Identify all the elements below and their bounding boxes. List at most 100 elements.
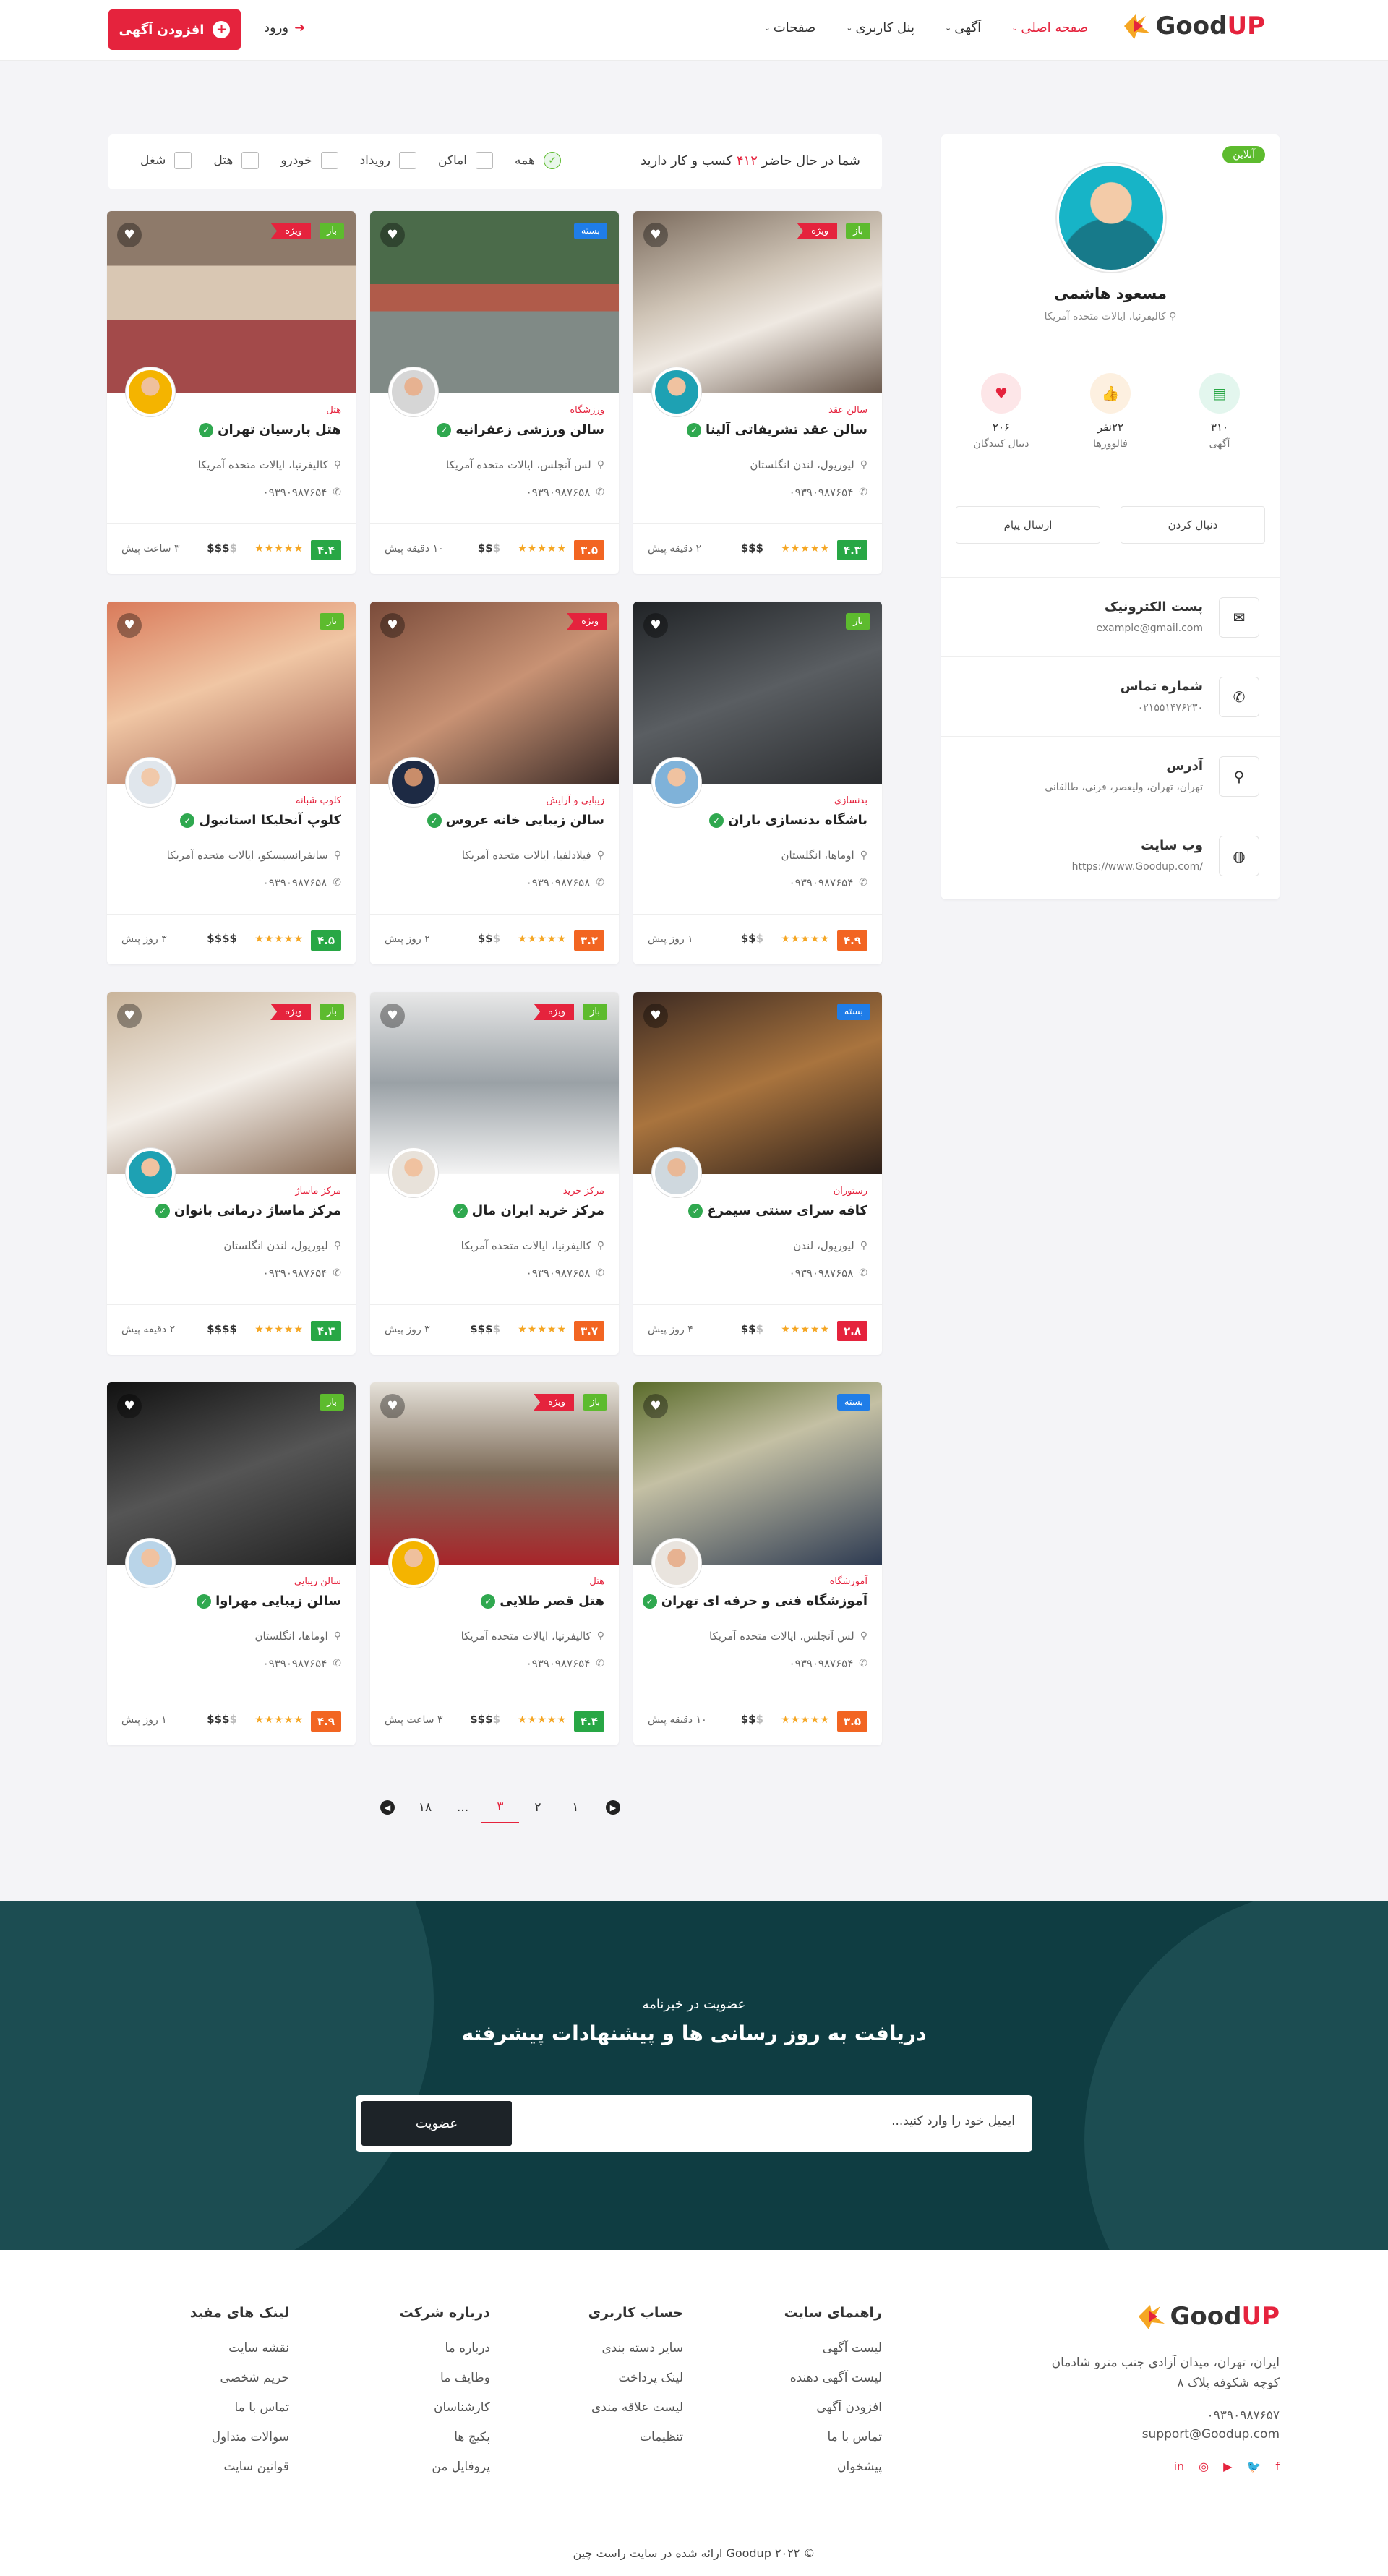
page-3[interactable]: ۳ <box>481 1792 519 1823</box>
listing-category[interactable]: سالن عقد <box>828 405 868 416</box>
heart-icon[interactable]: ♥ <box>380 223 405 247</box>
next-page-button[interactable]: ▶ <box>594 1792 632 1823</box>
listing-card[interactable]: ♥ باز ویژه سالن عقد سالن عقد تشریفاتی آل… <box>633 211 882 574</box>
avatar[interactable] <box>126 758 175 807</box>
footer-phone[interactable]: ۰۹۳۹۰۹۸۷۶۵۷ <box>1142 2406 1280 2425</box>
listing-card[interactable]: ♥ باز بدنسازی باشگاه بدنسازی باران ✓ ⚲ اوم… <box>633 602 882 964</box>
site-logo[interactable]: GoodUP <box>1121 12 1265 40</box>
listing-category[interactable]: رستوران <box>834 1186 868 1197</box>
newsletter-email-input[interactable]: ایمیل خود را وارد کنید... <box>891 2114 1015 2128</box>
listing-category[interactable]: زیبایی و آرایش <box>547 795 604 806</box>
listing-card[interactable]: ♥ باز ویژه هتل هتل پارسیان تهران ✓ ⚲ کالیف… <box>107 211 356 574</box>
listing-category[interactable]: بدنسازی <box>834 795 868 806</box>
heart-icon[interactable]: ♥ <box>380 1394 405 1418</box>
listing-title[interactable]: مرکز ماساژ درمانی بانوان ✓ <box>155 1203 341 1218</box>
subscribe-button[interactable]: عضویت <box>361 2101 512 2146</box>
send-message-button[interactable]: ارسال پیام <box>956 506 1100 544</box>
heart-icon[interactable]: ♥ <box>643 1004 668 1028</box>
listing-image[interactable] <box>107 211 356 393</box>
heart-icon[interactable]: ♥ <box>643 1394 668 1418</box>
listing-image[interactable] <box>633 602 882 784</box>
filter-hotels[interactable]: هتل <box>213 152 260 169</box>
listing-card[interactable]: ♥ باز ویژه هتل هتل قصر طلایی ✓ ⚲ کالیفرنیا… <box>370 1382 619 1745</box>
avatar[interactable] <box>126 1539 175 1588</box>
listing-image[interactable] <box>107 1382 356 1565</box>
avatar[interactable] <box>652 758 701 807</box>
listing-card[interactable]: ♥ باز کلوپ شبانه کلوپ آنجلیکا استانبول ✓ … <box>107 602 356 964</box>
footer-link[interactable]: قوانین سایت <box>190 2452 289 2482</box>
footer-link[interactable]: حریم شخصی <box>190 2363 289 2393</box>
heart-icon[interactable]: ♥ <box>643 223 668 247</box>
footer-link[interactable]: پکیج ها <box>400 2423 490 2452</box>
footer-link[interactable]: لیست آگهی دهنده <box>784 2363 882 2393</box>
listing-title[interactable]: آموزشگاه فنی و حرفه ای تهران ✓ <box>642 1593 868 1609</box>
heart-icon[interactable]: ♥ <box>117 223 142 247</box>
avatar[interactable] <box>389 1148 438 1197</box>
heart-icon[interactable]: ♥ <box>380 1004 405 1028</box>
footer-link[interactable]: نقشه سایت <box>190 2334 289 2363</box>
listing-card[interactable]: ♥ بسته رستوران کافه سرای سنتی سیمرغ ✓ ⚲ لی… <box>633 992 882 1355</box>
footer-link[interactable]: تنظیمات <box>588 2423 683 2452</box>
listing-card[interactable]: ♥ باز سالن زیبایی سالن زیبایی مهراوا ✓ ⚲ ا… <box>107 1382 356 1745</box>
follow-button[interactable]: دنبال کردن <box>1121 506 1265 544</box>
twitter-icon[interactable]: 🐦 <box>1246 2460 1261 2473</box>
listing-title[interactable]: کلوپ آنجلیکا استانبول ✓ <box>180 813 341 828</box>
avatar[interactable] <box>389 367 438 416</box>
filter-all[interactable]: ✓ همه <box>515 152 561 169</box>
nav-listings[interactable]: آگهی ⌄ <box>945 20 981 35</box>
listing-card[interactable]: ♥ بسته آموزشگاه آموزشگاه فنی و حرفه ای ت… <box>633 1382 882 1745</box>
listing-category[interactable]: هتل <box>589 1576 604 1587</box>
footer-link[interactable]: سایر دسته بندی <box>588 2334 684 2363</box>
listing-title[interactable]: سالن ورزشی زعفرانیه ✓ <box>437 422 604 437</box>
listing-image[interactable] <box>633 211 882 393</box>
footer-link[interactable]: لیست علاقه مندی <box>588 2393 683 2423</box>
heart-icon[interactable]: ♥ <box>117 1394 142 1418</box>
add-listing-button[interactable]: + افزودن آگهی <box>108 9 241 50</box>
listing-title[interactable]: کافه سرای سنتی سیمرغ ✓ <box>688 1203 868 1218</box>
checkbox[interactable] <box>174 152 192 169</box>
nav-pages[interactable]: صفحات ⌄ <box>764 20 816 35</box>
heart-icon[interactable]: ♥ <box>643 613 668 638</box>
listing-category[interactable]: سالن زیبایی <box>294 1576 341 1587</box>
filter-events[interactable]: رویداد <box>360 152 416 169</box>
checkbox[interactable] <box>398 152 416 169</box>
listing-card[interactable]: ♥ بسته ویژه زیبایی و آرایش سالن زیبایی خ… <box>370 602 619 964</box>
footer-link[interactable]: افزودن آگهی <box>784 2393 882 2423</box>
filter-cars[interactable]: خودرو <box>280 152 338 169</box>
footer-link[interactable]: تماس با ما <box>190 2393 290 2423</box>
listing-card[interactable]: ♥ باز ویژه مرکز خرید مرکز خرید ایران مال… <box>370 992 619 1355</box>
listing-title[interactable]: مرکز خرید ایران مال ✓ <box>453 1203 604 1218</box>
page-1[interactable]: ۱ <box>557 1792 594 1823</box>
footer-link[interactable]: وظایف ما <box>400 2363 490 2393</box>
listing-title[interactable]: سالن زیبایی مهراوا ✓ <box>197 1593 341 1609</box>
page-18[interactable]: ۱۸ <box>406 1792 444 1823</box>
listing-title[interactable]: هتل پارسیان تهران ✓ <box>199 422 341 437</box>
listing-title[interactable]: سالن عقد تشریفاتی آلینا ✓ <box>687 422 868 437</box>
avatar[interactable] <box>652 367 701 416</box>
avatar[interactable] <box>389 1539 438 1588</box>
footer-email[interactable]: support@Goodup.com <box>1142 2425 1280 2444</box>
footer-link[interactable]: پروفایل من <box>400 2452 490 2482</box>
footer-link[interactable]: تماس با ما <box>784 2423 883 2452</box>
listing-category[interactable]: آموزشگاه <box>830 1576 868 1587</box>
avatar[interactable] <box>126 1148 175 1197</box>
heart-icon[interactable]: ♥ <box>117 1004 142 1028</box>
footer-link[interactable]: پیشخوان <box>784 2452 882 2482</box>
heart-icon[interactable]: ♥ <box>117 613 142 638</box>
listing-title[interactable]: سالن زیبایی خانه عروس ✓ <box>427 813 604 828</box>
instagram-icon[interactable]: ◎ <box>1199 2460 1209 2473</box>
avatar[interactable] <box>389 758 438 807</box>
nav-home[interactable]: صفحه اصلی ⌄ <box>1011 20 1088 35</box>
nav-user-panel[interactable]: پنل کاربری ⌄ <box>846 20 914 35</box>
listing-category[interactable]: مرکز ماساژ <box>295 1186 341 1197</box>
prev-page-button[interactable]: ◀ <box>369 1792 406 1823</box>
listing-card[interactable]: ♥ بسته ورزشگاه سالن ورزشی زعفرانیه ✓ ⚲ لس … <box>370 211 619 574</box>
checkbox[interactable] <box>241 152 260 169</box>
check-icon[interactable]: ✓ <box>543 152 561 169</box>
filter-jobs[interactable]: شغل <box>140 152 192 169</box>
avatar[interactable] <box>126 367 175 416</box>
footer-logo[interactable]: GoodUP <box>1136 2302 1280 2331</box>
avatar[interactable] <box>652 1539 701 1588</box>
listing-image[interactable] <box>107 992 356 1174</box>
footer-link[interactable]: درباره ما <box>400 2334 491 2363</box>
